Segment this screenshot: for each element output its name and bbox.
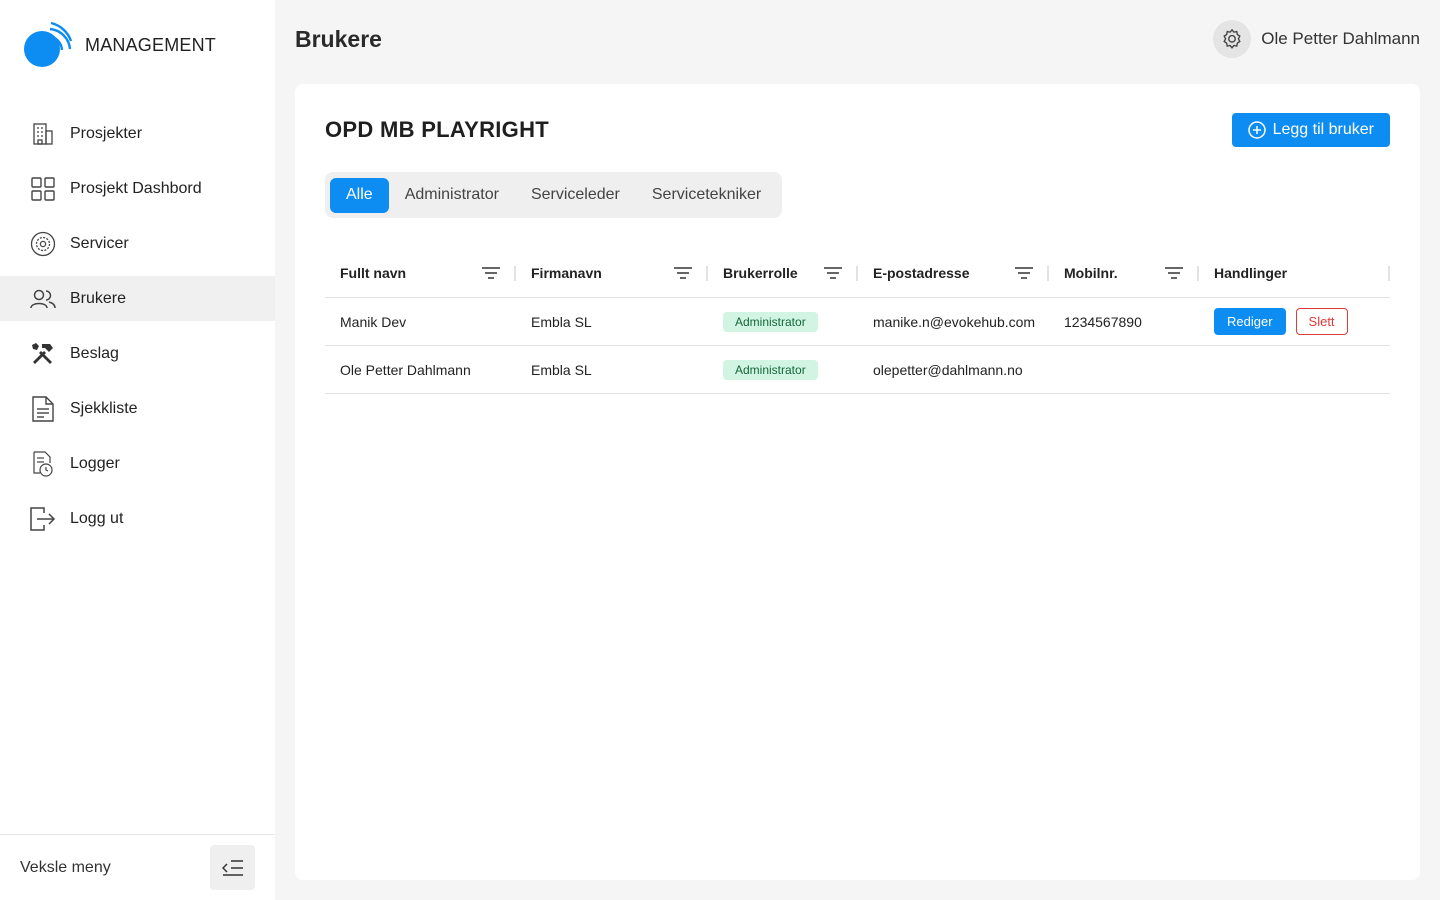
logout-icon (30, 506, 56, 532)
edit-user-button[interactable]: Rediger (1214, 308, 1286, 335)
sidebar-nav: Prosjekter Prosjekt Dashbord Servicer Br… (0, 111, 275, 551)
filter-icon[interactable] (1164, 265, 1184, 281)
sidebar-item-beslag[interactable]: Beslag (0, 331, 275, 376)
add-user-button[interactable]: Legg til bruker (1231, 113, 1390, 147)
users-icon (30, 286, 56, 312)
sidebar-item-prosjekter[interactable]: Prosjekter (0, 111, 275, 156)
toggle-menu-button[interactable] (210, 845, 255, 890)
page-title: Brukere (295, 26, 382, 52)
user-name: Ole Petter Dahlmann (1261, 29, 1420, 48)
brand-name: MANAGEMENT (85, 34, 217, 55)
cell-role: Administrator (708, 298, 858, 346)
sidebar-item-logger[interactable]: Logger (0, 441, 275, 486)
sidebar-item-label: Beslag (70, 344, 119, 362)
column-header-mobilnr: Mobilnr. (1049, 249, 1199, 298)
users-card: OPD MB PLAYRIGHT Legg til bruker Alle Ad… (295, 84, 1420, 880)
user-menu[interactable]: Ole Petter Dahlmann (1213, 20, 1420, 58)
cell-mobile: 1234567890 (1064, 313, 1142, 330)
cell-actions (1199, 346, 1390, 394)
cell-role: Administrator (708, 346, 858, 394)
filter-icon[interactable] (823, 265, 843, 281)
cell-company: Embla SL (531, 313, 592, 330)
cell-mobile (1049, 346, 1199, 394)
column-label: Handlinger (1214, 265, 1288, 281)
column-label: Mobilnr. (1064, 265, 1118, 281)
cell-full-name: Ole Petter Dahlmann (340, 361, 471, 378)
sidebar-item-label: Logg ut (70, 509, 124, 527)
tab-alle[interactable]: Alle (330, 177, 389, 213)
filter-icon[interactable] (1014, 265, 1034, 281)
document-icon (30, 395, 56, 422)
add-user-label: Legg til bruker (1272, 121, 1374, 138)
column-label: E-postadresse (873, 265, 970, 281)
column-header-handlinger: Handlinger (1199, 249, 1390, 298)
app-logo[interactable]: MANAGEMENT (24, 22, 216, 68)
log-clock-icon (30, 450, 56, 477)
role-filter-tabs: Alle Administrator Serviceleder Servicet… (325, 172, 783, 218)
sidebar-item-label: Servicer (70, 234, 129, 252)
role-badge: Administrator (723, 359, 818, 380)
column-header-brukerrolle: Brukerrolle (708, 249, 858, 298)
plus-circle-icon (1247, 121, 1266, 139)
logo-icon (24, 22, 72, 67)
table-header: Fullt navn Firmanavn Brukerrolle E-posta… (325, 249, 1390, 298)
delete-user-button[interactable]: Slett (1295, 308, 1348, 335)
gear-icon (1223, 28, 1241, 49)
toggle-menu-label: Veksle meny (20, 858, 111, 876)
sidebar-item-brukere[interactable]: Brukere (0, 276, 275, 321)
sidebar-item-label: Prosjekter (70, 124, 143, 142)
column-header-e-postadresse: E-postadresse (858, 249, 1049, 298)
organization-title: OPD MB PLAYRIGHT (325, 117, 550, 142)
column-header-firmanavn: Firmanavn (516, 249, 708, 298)
tab-administrator[interactable]: Administrator (389, 178, 515, 213)
filter-icon[interactable] (481, 265, 501, 281)
column-label: Fullt navn (340, 265, 407, 281)
grid-icon (30, 176, 56, 202)
cell-company: Embla SL (531, 361, 592, 378)
sidebar-item-label: Prosjekt Dashbord (70, 179, 202, 197)
user-settings-button[interactable] (1213, 20, 1252, 58)
sidebar-footer: Veksle meny (0, 834, 275, 900)
tools-icon (30, 341, 56, 367)
sidebar: MANAGEMENT Prosjekter Prosjekt Dashbord … (0, 0, 275, 900)
sidebar-item-label: Sjekkliste (70, 399, 138, 417)
table-row: Ole Petter Dahlmann Embla SL Administrat… (325, 346, 1390, 394)
cell-email: olepetter@dahlmann.no (873, 361, 1023, 378)
column-label: Firmanavn (531, 265, 602, 281)
column-label: Brukerrolle (723, 265, 798, 281)
users-table: Fullt navn Firmanavn Brukerrolle E-posta… (325, 249, 1390, 394)
building-icon (30, 121, 56, 147)
cell-actions: Rediger Slett (1199, 298, 1390, 346)
tab-serviceleder[interactable]: Serviceleder (515, 178, 636, 213)
sidebar-item-label: Brukere (70, 289, 127, 307)
tab-servicetekniker[interactable]: Servicetekniker (636, 178, 777, 213)
role-badge: Administrator (723, 311, 818, 332)
cell-email: manike.n@evokehub.com (873, 313, 1036, 330)
sidebar-item-prosjekt-dashbord[interactable]: Prosjekt Dashbord (0, 166, 275, 211)
column-divider[interactable] (1388, 265, 1390, 281)
sidebar-item-servicer[interactable]: Servicer (0, 221, 275, 266)
menu-collapse-icon (221, 859, 243, 876)
table-row: Manik Dev Embla SL Administrator manike.… (325, 298, 1390, 346)
sidebar-item-sjekkliste[interactable]: Sjekkliste (0, 386, 275, 431)
column-header-fullt-navn: Fullt navn (325, 249, 516, 298)
filter-icon[interactable] (673, 265, 693, 281)
sidebar-item-label: Logger (70, 454, 120, 472)
sidebar-item-logg-ut[interactable]: Logg ut (0, 496, 275, 541)
cell-full-name: Manik Dev (340, 313, 407, 330)
service-gear-icon (30, 231, 56, 257)
